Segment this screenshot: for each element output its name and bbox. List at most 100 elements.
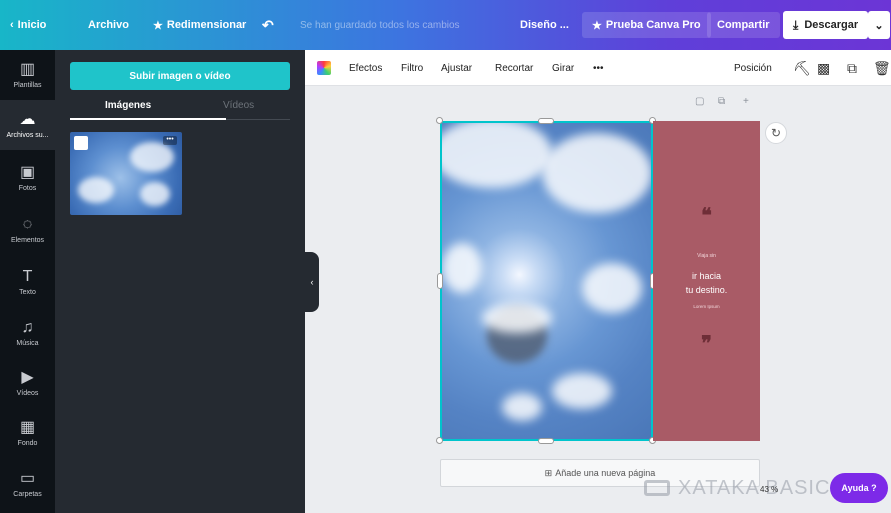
thumb-cloud xyxy=(78,177,114,203)
resize-handle[interactable] xyxy=(436,437,443,444)
home-button[interactable]: ‹ Inicio xyxy=(10,0,46,50)
shapes-icon: ◌ xyxy=(22,216,33,233)
uploaded-image-thumbnail[interactable]: ••• xyxy=(70,132,182,215)
resize-handle[interactable] xyxy=(436,117,443,124)
quote-intro: Viaja sin xyxy=(697,253,716,259)
filter-button[interactable]: Filtro xyxy=(401,50,423,86)
upload-button[interactable]: Subir imagen o vídeo xyxy=(70,62,290,90)
resize-handle[interactable] xyxy=(538,118,554,124)
text-icon: T xyxy=(22,268,33,285)
cloud xyxy=(502,393,542,421)
crop-button[interactable]: Recortar xyxy=(495,50,533,86)
download-icon: ⤓ xyxy=(793,17,799,32)
add-page-icon: ⊞ xyxy=(544,467,553,478)
editor-toolbar: Efectos Filtro Ajustar Recortar Girar ••… xyxy=(305,50,891,86)
rotate-button[interactable]: Girar xyxy=(552,50,574,86)
position-button[interactable]: Posición xyxy=(734,50,772,86)
rail-item-label: Fondo xyxy=(17,440,38,447)
rail-item-elements[interactable]: ◌ Elementos xyxy=(0,205,55,255)
templates-icon: ▥ xyxy=(19,61,36,78)
try-pro-label: Prueba Canva Pro xyxy=(605,19,701,31)
resize-handle[interactable] xyxy=(437,273,443,289)
rail-item-photos[interactable]: ▣ Fotos xyxy=(0,153,55,203)
download-label: Descargar xyxy=(804,19,859,31)
crown-icon: ★ xyxy=(592,19,602,32)
tab-divider xyxy=(226,118,290,120)
add-page-label: Añade una nueva página xyxy=(555,468,656,478)
quote-line-1[interactable]: ir hacia xyxy=(653,269,760,283)
chevron-left-icon: ‹ xyxy=(310,277,314,287)
rail-item-templates[interactable]: ▥ Plantillas xyxy=(0,50,55,100)
share-button[interactable]: Compartir xyxy=(707,12,780,38)
file-menu[interactable]: Archivo xyxy=(88,0,129,50)
effects-button[interactable]: Efectos xyxy=(349,50,382,86)
quote-line-2[interactable]: tu destino. xyxy=(653,283,760,297)
trash-icon[interactable]: 🗑 xyxy=(873,50,891,86)
rotate-handle-icon[interactable]: ↻ xyxy=(765,122,787,144)
resize-button[interactable]: ★ Redimensionar xyxy=(153,0,246,50)
cloud xyxy=(552,373,612,409)
top-bar: ‹ Inicio Archivo ★ Redimensionar ↶ Se ha… xyxy=(0,0,891,50)
rail-item-label: Fotos xyxy=(18,185,37,192)
zoom-level[interactable]: 43 % xyxy=(760,485,778,494)
rail-item-uploads[interactable]: ☁ Archivos su... xyxy=(0,100,55,150)
star-icon: ★ xyxy=(153,19,163,32)
thumb-cloud xyxy=(140,182,170,206)
cloud xyxy=(582,263,642,313)
quote-panel[interactable]: ❝ Viaja sin ir hacia tu destino. Lorem I… xyxy=(653,121,760,441)
close-quote-icon: ❞ xyxy=(701,331,712,355)
help-button[interactable]: Ayuda ? xyxy=(830,473,888,503)
home-label: Inicio xyxy=(17,19,47,31)
download-button[interactable]: ⤓ Descargar xyxy=(783,11,869,39)
rail-item-folders[interactable]: ▭ Carpetas xyxy=(0,459,55,509)
rail-item-text[interactable]: T Texto xyxy=(0,257,55,307)
chevron-down-icon[interactable]: ⌄ xyxy=(868,11,890,39)
notes-icon[interactable]: ▢ xyxy=(695,96,704,107)
video-icon: ▶ xyxy=(21,369,34,386)
cloud xyxy=(442,123,552,188)
background-icon: ▦ xyxy=(19,419,36,436)
tab-videos[interactable]: Vídeos xyxy=(223,100,254,111)
rail-item-label: Vídeos xyxy=(16,390,39,397)
rail-item-label: Plantillas xyxy=(13,82,42,89)
rail-item-label: Texto xyxy=(19,289,36,296)
resize-label: Redimensionar xyxy=(166,19,247,31)
cloud xyxy=(442,243,482,293)
photo-icon: ▣ xyxy=(19,164,36,181)
rail-item-label: Elementos xyxy=(10,237,45,244)
paint-roller-icon[interactable]: ⛏ xyxy=(793,50,811,86)
chevron-left-icon: ‹ xyxy=(10,19,14,31)
rail-item-music[interactable]: ♫ Música xyxy=(0,308,55,358)
adjust-button[interactable]: Ajustar xyxy=(441,50,472,86)
side-rail: ▥ Plantillas ☁ Archivos su... ▣ Fotos ◌ … xyxy=(0,50,55,513)
duplicate-icon[interactable]: ⧉ xyxy=(847,50,857,86)
select-checkbox[interactable] xyxy=(74,136,88,150)
tab-underline xyxy=(70,118,226,120)
rail-item-videos[interactable]: ▶ Vídeos xyxy=(0,358,55,408)
rail-item-label: Carpetas xyxy=(13,491,42,498)
uploads-panel: Subir imagen o vídeo Imágenes Vídeos ••• xyxy=(55,50,305,513)
transparency-icon[interactable]: ▩ xyxy=(817,50,830,86)
quote-author: Lorem Ipsum xyxy=(693,304,720,309)
try-pro-button[interactable]: ★ Prueba Canva Pro xyxy=(582,12,711,38)
cloud xyxy=(482,303,552,333)
save-status: Se han guardado todos los cambios xyxy=(300,19,460,31)
copy-page-icon[interactable]: ⧉ xyxy=(718,96,725,107)
color-picker-icon[interactable] xyxy=(317,50,331,86)
design-name[interactable]: Diseño ... xyxy=(520,0,569,50)
more-button[interactable]: ••• xyxy=(593,50,604,86)
collapse-panel-button[interactable]: ‹ xyxy=(305,252,319,312)
sky-image[interactable] xyxy=(440,121,653,441)
add-page-icon[interactable]: + xyxy=(743,96,749,107)
open-quote-icon: ❝ xyxy=(701,203,712,227)
rail-item-label: Música xyxy=(16,340,39,347)
more-options-icon[interactable]: ••• xyxy=(163,136,177,145)
rail-item-background[interactable]: ▦ Fondo xyxy=(0,408,55,458)
watermark-logo-icon xyxy=(644,480,670,496)
resize-handle[interactable] xyxy=(538,438,554,444)
tab-images[interactable]: Imágenes xyxy=(105,100,151,111)
undo-icon[interactable]: ↶ xyxy=(262,0,274,50)
rail-item-label: Archivos su... xyxy=(6,132,49,139)
cloud xyxy=(542,133,651,213)
thumb-cloud xyxy=(130,142,174,172)
